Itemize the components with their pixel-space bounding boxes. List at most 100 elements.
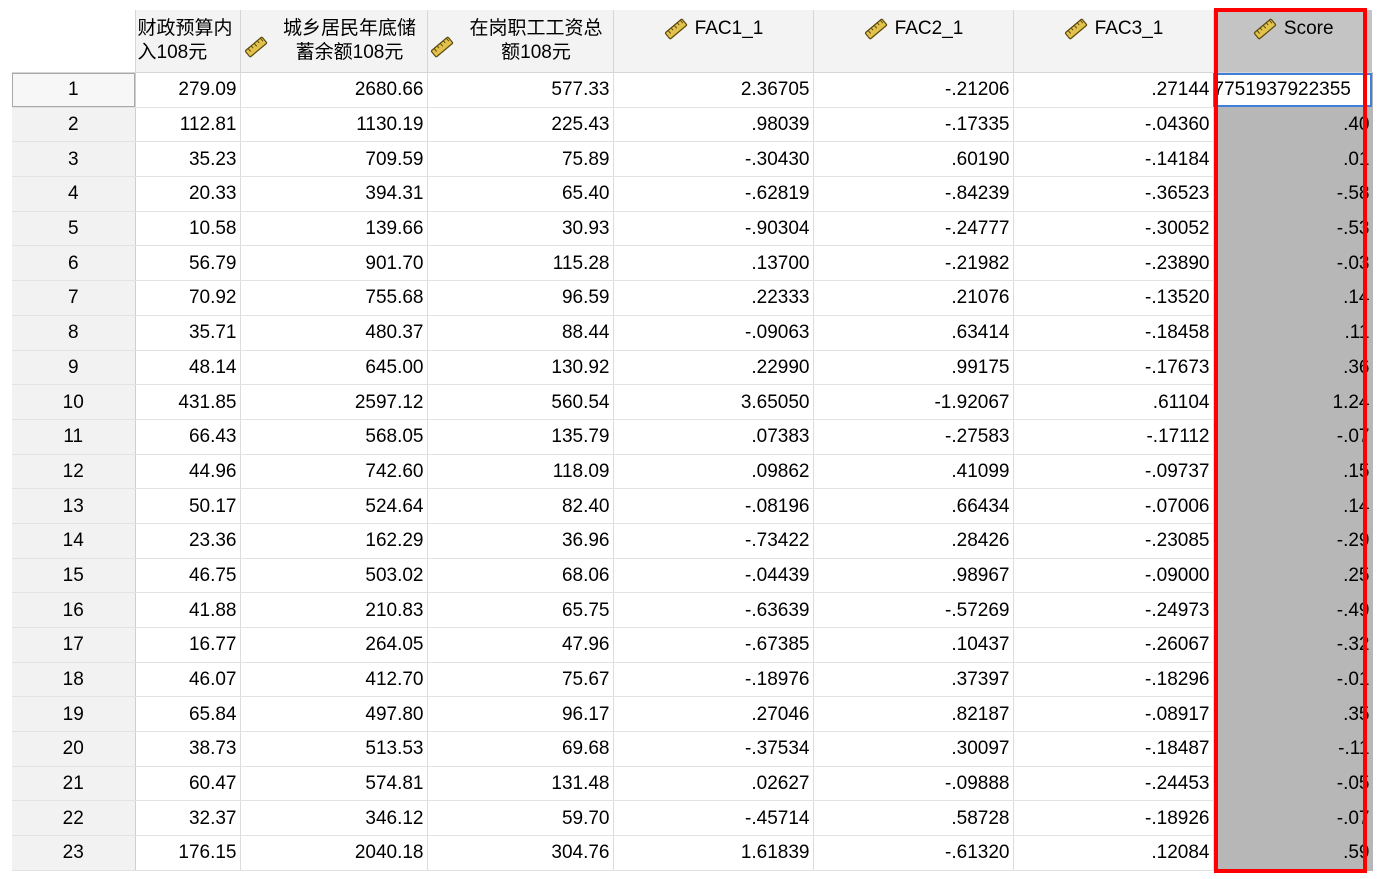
data-cell[interactable]: -.14184 [1013, 141, 1214, 178]
data-cell[interactable]: -.18487 [1013, 731, 1214, 767]
data-cell[interactable]: 46.75 [135, 558, 241, 594]
data-cell[interactable]: .41099 [813, 454, 1014, 490]
data-cell[interactable]: 742.60 [240, 454, 428, 490]
row-number[interactable]: 13 [12, 488, 136, 524]
row-number[interactable]: 19 [12, 696, 136, 733]
data-cell[interactable]: .98039 [613, 107, 814, 143]
score-cell[interactable]: .35 [1213, 696, 1373, 733]
data-cell[interactable]: -.07006 [1013, 488, 1214, 524]
data-cell[interactable]: 901.70 [240, 245, 428, 282]
row-number[interactable]: 3 [12, 141, 136, 178]
column-header[interactable]: 城乡居民年底储蓄余额108元 [240, 10, 428, 73]
column-header[interactable]: FAC1_1 [613, 10, 814, 73]
data-cell[interactable]: 66.43 [135, 419, 241, 455]
data-cell[interactable]: -.08196 [613, 488, 814, 524]
row-number[interactable]: 8 [12, 315, 136, 351]
column-header[interactable]: 财政预算内入108元 [135, 10, 241, 73]
score-cell[interactable]: -.49 [1213, 592, 1373, 628]
score-cell[interactable]: -.32 [1213, 627, 1373, 663]
data-cell[interactable]: 75.67 [427, 662, 614, 698]
score-cell[interactable]: -.05 [1213, 766, 1373, 802]
column-header[interactable]: FAC3_1 [1013, 10, 1214, 73]
data-cell[interactable]: 23.36 [135, 523, 241, 559]
row-number[interactable]: 1 [12, 72, 136, 108]
table-row[interactable]: 11 66.43 568.05 135.79.07383 -.27583 -.17112-… [12, 419, 1373, 455]
data-cell[interactable]: .82187 [813, 696, 1014, 733]
data-cell[interactable]: 176.15 [135, 835, 241, 871]
score-cell[interactable]: -.01 [1213, 662, 1373, 698]
row-number[interactable]: 21 [12, 766, 136, 802]
data-cell[interactable]: -1.92067 [813, 384, 1014, 420]
data-cell[interactable]: 304.76 [427, 835, 614, 871]
data-cell[interactable]: -.24973 [1013, 592, 1214, 628]
data-cell[interactable]: .30097 [813, 731, 1014, 767]
table-row[interactable]: 10 431.85 2597.12 560.54 3.65050 -1.92067.611… [12, 384, 1373, 420]
data-cell[interactable]: 131.48 [427, 766, 614, 802]
data-cell[interactable]: 3.65050 [613, 384, 814, 420]
data-cell[interactable]: -.09888 [813, 766, 1014, 802]
data-cell[interactable]: 16.77 [135, 627, 241, 663]
row-number[interactable]: 7 [12, 280, 136, 316]
score-cell[interactable]: .40 [1213, 107, 1373, 143]
data-cell[interactable]: -.17673 [1013, 350, 1214, 386]
score-cell[interactable]: .14 [1213, 488, 1373, 524]
data-cell[interactable]: -.62819 [613, 176, 814, 212]
table-row[interactable]: 13 50.17 524.64 82.40 -.08196.66434 -.07006.1… [12, 488, 1373, 524]
data-cell[interactable]: 46.07 [135, 662, 241, 698]
data-cell[interactable]: -.26067 [1013, 627, 1214, 663]
data-cell[interactable]: 162.29 [240, 523, 428, 559]
data-cell[interactable]: 2597.12 [240, 384, 428, 420]
table-row[interactable]: 19 65.84 497.80 96.17.27046.82187 -.08917.35 [12, 696, 1373, 733]
data-cell[interactable]: 645.00 [240, 350, 428, 386]
data-cell[interactable]: 497.80 [240, 696, 428, 733]
data-cell[interactable]: .12084 [1013, 835, 1214, 871]
data-cell[interactable]: -.61320 [813, 835, 1014, 871]
score-cell[interactable]: -.11 [1213, 731, 1373, 767]
score-cell[interactable]: 1.24 [1213, 384, 1373, 420]
data-cell[interactable]: 82.40 [427, 488, 614, 524]
data-cell[interactable]: .10437 [813, 627, 1014, 663]
data-cell[interactable]: 130.92 [427, 350, 614, 386]
table-row[interactable]: 18 46.07 412.70 75.67 -.18976.37397 -.18296 -.… [12, 662, 1373, 698]
score-cell[interactable]: -.07 [1213, 800, 1373, 837]
row-number[interactable]: 11 [12, 419, 136, 455]
data-cell[interactable]: 60.47 [135, 766, 241, 802]
data-cell[interactable]: 480.37 [240, 315, 428, 351]
data-cell[interactable]: .60190 [813, 141, 1014, 178]
data-cell[interactable]: -.63639 [613, 592, 814, 628]
data-cell[interactable]: .22333 [613, 280, 814, 316]
data-cell[interactable]: -.17335 [813, 107, 1014, 143]
data-cell[interactable]: -.30430 [613, 141, 814, 178]
data-cell[interactable]: -.18458 [1013, 315, 1214, 351]
data-cell[interactable]: 65.84 [135, 696, 241, 733]
row-number[interactable]: 16 [12, 592, 136, 628]
data-cell[interactable]: -.04439 [613, 558, 814, 594]
data-cell[interactable]: 50.17 [135, 488, 241, 524]
table-row[interactable]: 2 112.81 1130.19 225.43.98039 -.17335 -.04360… [12, 107, 1373, 143]
data-cell[interactable]: 70.92 [135, 280, 241, 316]
data-cell[interactable]: .63414 [813, 315, 1014, 351]
row-number[interactable]: 17 [12, 627, 136, 663]
data-cell[interactable]: -.21206 [813, 72, 1014, 108]
score-cell[interactable]: .15 [1213, 454, 1373, 490]
table-row[interactable]: 12 44.96 742.60 118.09.09862.41099 -.09737.1… [12, 454, 1373, 490]
data-cell[interactable]: -.23890 [1013, 245, 1214, 282]
data-cell[interactable]: .09862 [613, 454, 814, 490]
data-cell[interactable]: 48.14 [135, 350, 241, 386]
data-cell[interactable]: 10.58 [135, 211, 241, 247]
score-cell[interactable]: .11 [1213, 315, 1373, 351]
data-cell[interactable]: 568.05 [240, 419, 428, 455]
data-cell[interactable]: 44.96 [135, 454, 241, 490]
score-cell[interactable]: .59 [1213, 835, 1373, 871]
table-row[interactable]: 4 20.33 394.31 65.40 -.62819 -.84239 -.36523 -.… [12, 176, 1373, 212]
data-cell[interactable]: 35.23 [135, 141, 241, 178]
data-cell[interactable]: 279.09 [135, 72, 241, 108]
score-cell[interactable]: -.29 [1213, 523, 1373, 559]
data-cell[interactable]: .28426 [813, 523, 1014, 559]
data-cell[interactable]: 503.02 [240, 558, 428, 594]
row-number[interactable]: 23 [12, 835, 136, 871]
data-cell[interactable]: 577.33 [427, 72, 614, 108]
data-cell[interactable]: 574.81 [240, 766, 428, 802]
row-number[interactable]: 10 [12, 384, 136, 420]
data-cell[interactable]: 210.83 [240, 592, 428, 628]
